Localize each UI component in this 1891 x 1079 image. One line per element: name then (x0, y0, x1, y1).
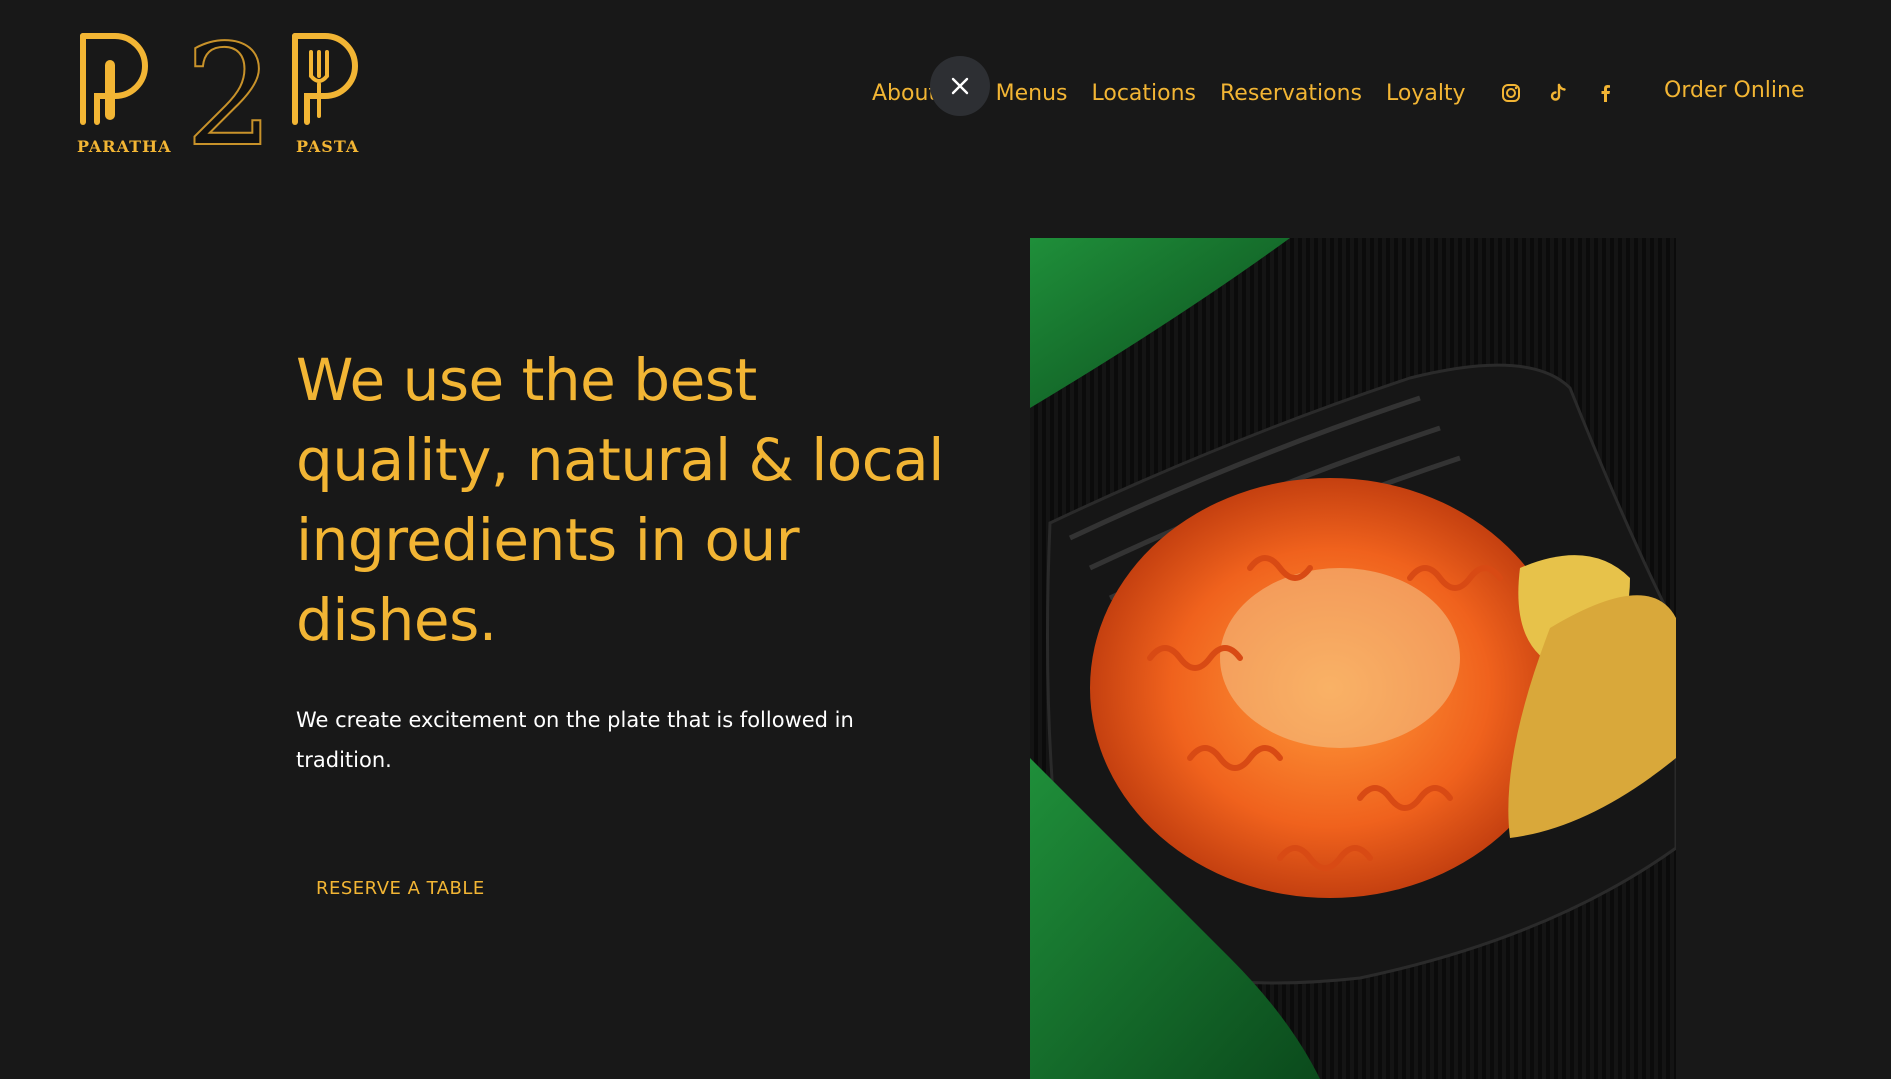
close-button[interactable] (930, 56, 990, 116)
close-icon (951, 77, 969, 95)
nav-locations[interactable]: Locations (1091, 81, 1196, 106)
nav-menus[interactable]: Menus (996, 81, 1068, 106)
tiktok-icon[interactable] (1547, 82, 1569, 104)
hero-title: We use the best quality, natural & local… (296, 346, 944, 654)
facebook-icon[interactable] (1594, 82, 1616, 104)
logo-caption-paratha: PARATHA (77, 137, 172, 156)
hero-food-image (1030, 238, 1676, 1079)
reserve-table-button[interactable]: RESERVE A TABLE (316, 878, 485, 899)
nav-loyalty[interactable]: Loyalty (1386, 81, 1466, 106)
social-links (1500, 82, 1641, 104)
order-online-link[interactable]: Order Online (1664, 78, 1804, 103)
nav-reservations[interactable]: Reservations (1220, 81, 1362, 106)
instagram-icon[interactable] (1500, 82, 1522, 104)
logo-caption-pasta: PASTA (296, 137, 360, 156)
brand-logo[interactable]: 2 PARATHA PASTA (75, 30, 375, 160)
svg-text:2: 2 (185, 30, 274, 160)
hero-subtitle: We create excitement on the plate that i… (296, 708, 854, 772)
